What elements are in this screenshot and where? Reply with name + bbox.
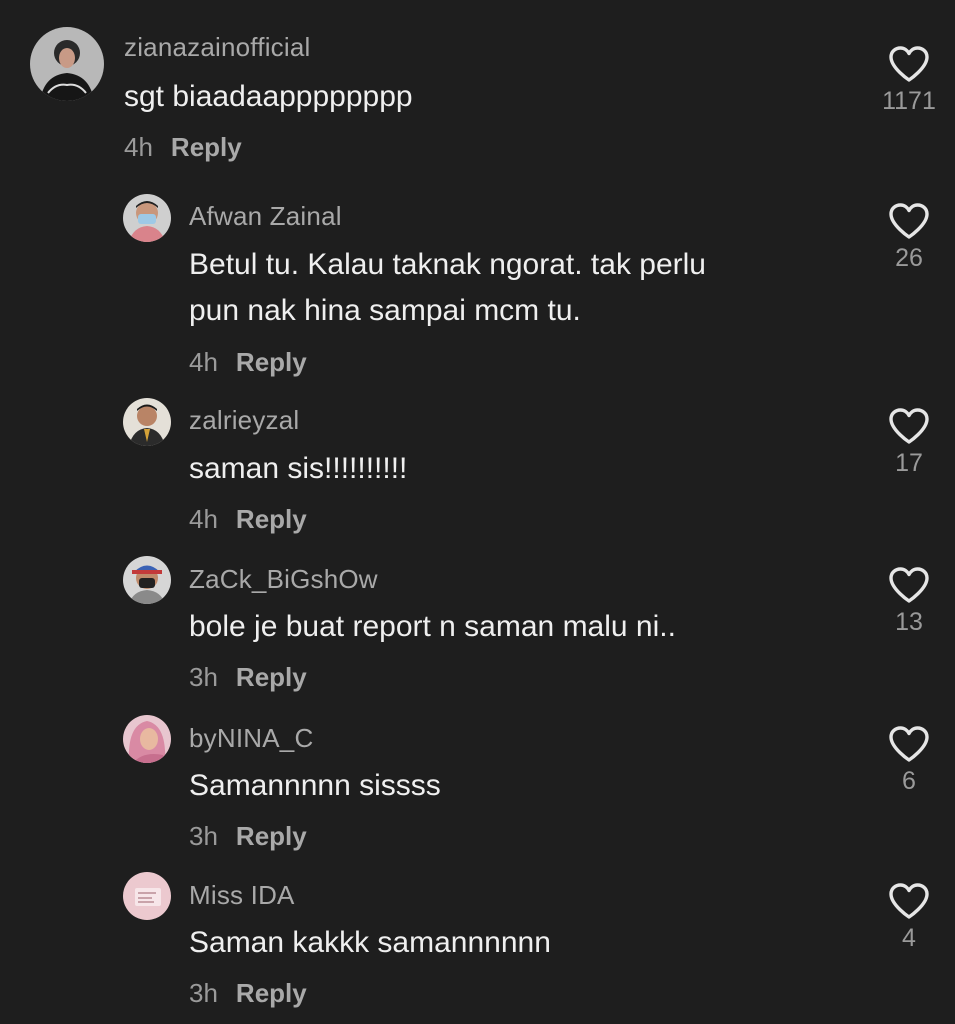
comment-text: pun nak hina sampai mcm tu. <box>189 294 581 327</box>
like-count: 4 <box>902 924 916 952</box>
comment-text: bole je buat report n saman malu ni.. <box>189 610 676 643</box>
avatar-image <box>123 872 171 920</box>
reply-comment-item: byNINA_C Samannnnn sissss 3h Reply 6 <box>0 711 955 861</box>
comment-meta: 3h Reply <box>189 821 307 852</box>
avatar-image <box>123 194 171 242</box>
like-count: 6 <box>902 767 916 795</box>
comment-item: zianazainofficial sgt biaadaapppppppp 4h… <box>0 0 955 175</box>
comment-meta: 3h Reply <box>189 662 307 693</box>
like-button[interactable]: 6 <box>879 725 939 796</box>
comment-text: saman sis!!!!!!!!!! <box>189 452 408 485</box>
avatar-image <box>123 398 171 446</box>
user-avatar[interactable] <box>30 27 104 101</box>
comment-text: Betul tu. Kalau taknak ngorat. tak perlu <box>189 248 706 281</box>
user-avatar[interactable] <box>123 194 171 242</box>
comment-time: 4h <box>189 504 218 534</box>
like-button[interactable]: 1171 <box>879 45 939 116</box>
reply-button[interactable]: Reply <box>236 821 307 851</box>
user-avatar[interactable] <box>123 556 171 604</box>
user-avatar[interactable] <box>123 872 171 920</box>
like-button[interactable]: 13 <box>879 566 939 637</box>
heart-icon <box>889 567 929 603</box>
comment-username[interactable]: ZaCk_BiGshOw <box>189 564 378 595</box>
comment-meta: 4h Reply <box>189 347 307 378</box>
comment-time: 4h <box>189 347 218 377</box>
comment-text: Saman kakkk samannnnnn <box>189 926 551 959</box>
reply-button[interactable]: Reply <box>236 347 307 377</box>
comment-time: 4h <box>124 132 153 162</box>
heart-icon <box>889 203 929 239</box>
comment-text: Samannnnn sissss <box>189 769 441 802</box>
heart-icon <box>889 883 929 919</box>
avatar-image <box>123 715 171 763</box>
reply-button[interactable]: Reply <box>236 504 307 534</box>
comment-meta: 3h Reply <box>189 978 307 1009</box>
reply-comment-item: zalrieyzal saman sis!!!!!!!!!! 4h Reply 1… <box>0 393 955 543</box>
reply-comment-item: Miss IDA Saman kakkk samannnnnn 3h Reply … <box>0 869 955 1024</box>
user-avatar[interactable] <box>123 398 171 446</box>
reply-comment-item: Afwan Zainal Betul tu. Kalau taknak ngor… <box>0 188 955 378</box>
comment-username[interactable]: byNINA_C <box>189 723 313 754</box>
avatar-image <box>30 27 104 101</box>
like-count: 17 <box>895 449 923 477</box>
comment-username[interactable]: zalrieyzal <box>189 405 299 436</box>
comment-time: 3h <box>189 662 218 692</box>
user-avatar[interactable] <box>123 715 171 763</box>
reply-button[interactable]: Reply <box>236 662 307 692</box>
comment-time: 3h <box>189 978 218 1008</box>
like-count: 13 <box>895 608 923 636</box>
heart-icon <box>889 46 929 82</box>
reply-button[interactable]: Reply <box>236 978 307 1008</box>
like-count: 26 <box>895 244 923 272</box>
avatar-image <box>123 556 171 604</box>
like-button[interactable]: 4 <box>879 882 939 953</box>
comment-meta: 4h Reply <box>189 504 307 535</box>
reply-comment-item: ZaCk_BiGshOw bole je buat report n saman… <box>0 552 955 702</box>
comment-username[interactable]: Miss IDA <box>189 880 295 911</box>
comment-username[interactable]: Afwan Zainal <box>189 201 342 232</box>
comment-text: sgt biaadaapppppppp <box>124 80 413 113</box>
like-button[interactable]: 17 <box>879 407 939 478</box>
comment-username[interactable]: zianazainofficial <box>124 32 310 63</box>
heart-icon <box>889 408 929 444</box>
comment-meta: 4h Reply <box>124 132 242 163</box>
comment-time: 3h <box>189 821 218 851</box>
like-count: 1171 <box>882 87 936 115</box>
reply-button[interactable]: Reply <box>171 132 242 162</box>
heart-icon <box>889 726 929 762</box>
like-button[interactable]: 26 <box>879 202 939 273</box>
